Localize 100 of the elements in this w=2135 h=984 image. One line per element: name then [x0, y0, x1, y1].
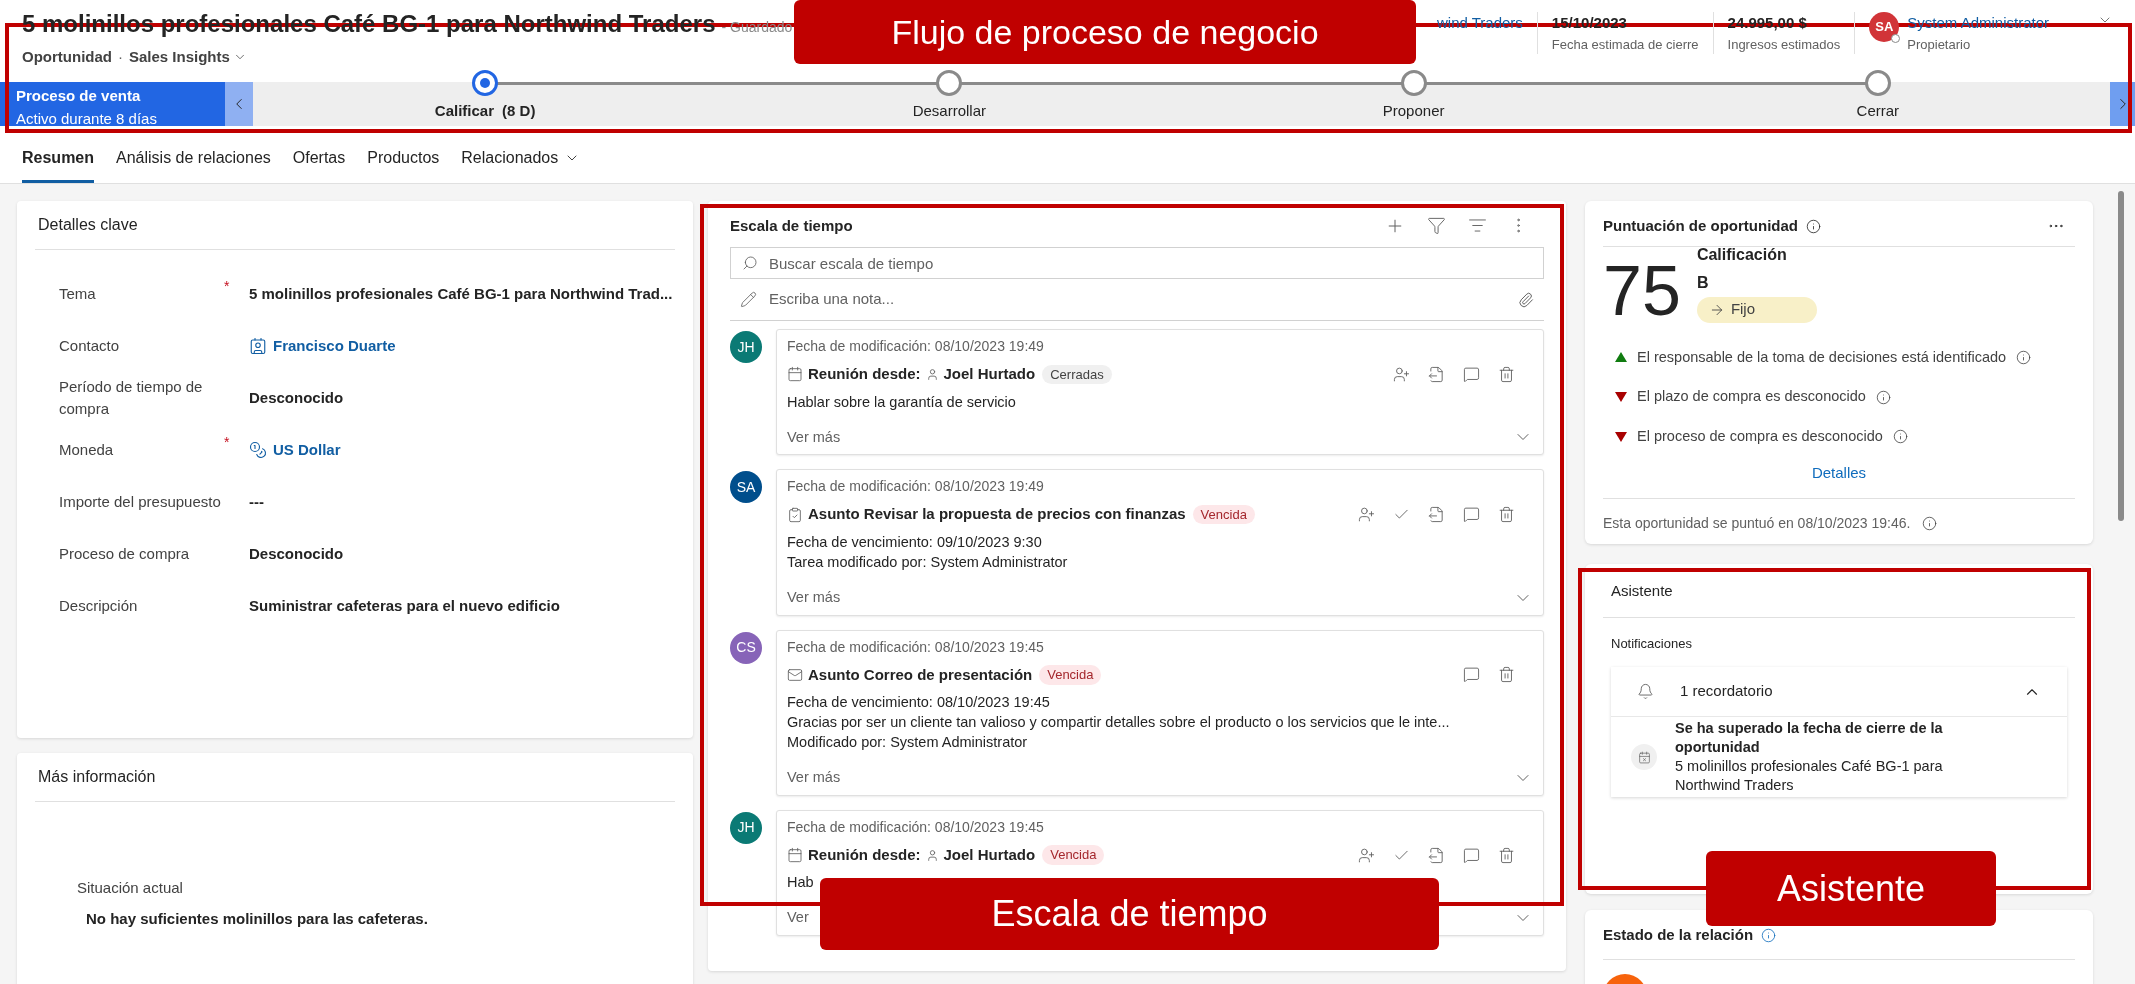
- task-icon: [787, 506, 803, 523]
- activity-subject: Asunto Revisar la propuesta de precios con finanzas: [808, 504, 1186, 525]
- bell-icon: [1637, 683, 1654, 700]
- search-field[interactable]: Buscar escala de tiempo: [730, 247, 1544, 279]
- stage-duration: (8 D): [502, 101, 536, 121]
- factor-text: El plazo de compra es desconocido: [1637, 387, 1866, 407]
- comment-icon[interactable]: [1463, 666, 1480, 684]
- see-more-link[interactable]: Ver más: [787, 426, 841, 449]
- activity-text: Hablar sobre la garantía de servicio: [787, 392, 1016, 412]
- header-label: Fecha estimada de cierre: [1551, 35, 1699, 54]
- currency-icon: [249, 441, 267, 459]
- calendar-icon: [787, 847, 803, 863]
- stage-label[interactable]: Cerrar: [1856, 100, 1900, 123]
- field-label: Descripción: [59, 596, 138, 616]
- field-value: Desconocido: [249, 387, 344, 408]
- factor-text: El responsable de la toma de decisiones está identificado: [1637, 347, 2007, 367]
- tab[interactable]: Análisis de relaciones: [116, 146, 271, 183]
- notification-text: 5 molinillos profesionales Café BG-1 para Northwind Traders: [1675, 757, 1944, 795]
- status-badge: Cerradas: [1042, 364, 1112, 384]
- reminder-count: 1 recordatorio: [1680, 681, 1774, 702]
- stage-label[interactable]: Calificar: [434, 100, 495, 123]
- required-mark: *: [224, 278, 230, 294]
- field-value[interactable]: Francisco Duarte: [273, 334, 396, 358]
- process-flyout[interactable]: Proceso de venta Activo durante 8 días: [0, 82, 225, 126]
- tab[interactable]: Ofertas: [292, 146, 346, 183]
- see-more-link[interactable]: Ver: [787, 907, 809, 929]
- activity-subject: Asunto Correo de presentación: [808, 664, 1033, 685]
- form-selector[interactable]: Sales Insights: [129, 46, 247, 69]
- document-icon[interactable]: [1428, 846, 1445, 864]
- person-name: Joel Hurtado: [943, 844, 1036, 865]
- tab[interactable]: Productos: [367, 146, 440, 183]
- details-link[interactable]: Detalles: [1811, 461, 1867, 485]
- modified-date: Fecha de modificación: 08/10/2023 19:49: [787, 337, 1045, 356]
- field-value[interactable]: US Dollar: [273, 438, 341, 462]
- calendar-icon: [1631, 744, 1657, 770]
- modified-date: Fecha de modificación: 08/10/2023 19:45: [787, 637, 1045, 657]
- info-icon[interactable]: [1922, 516, 1938, 532]
- document-icon[interactable]: [1428, 506, 1445, 523]
- delete-icon[interactable]: [1498, 846, 1515, 864]
- scrollbar[interactable]: [2118, 191, 2124, 521]
- delete-icon[interactable]: [1498, 666, 1515, 684]
- factor-text: El proceso de compra es desconocido: [1637, 427, 1883, 446]
- field-label: Moneda: [59, 440, 114, 460]
- panel-title: Escala de tiempo: [730, 215, 853, 236]
- info-icon[interactable]: [1892, 429, 1908, 445]
- pencil-icon: [740, 291, 757, 308]
- card-title: Detalles clave: [35, 201, 675, 250]
- activity-subject: Reunión desde:: [808, 364, 921, 384]
- delete-icon[interactable]: [1498, 365, 1515, 383]
- tab[interactable]: Resumen: [22, 146, 95, 183]
- comment-icon[interactable]: [1463, 506, 1480, 523]
- owner-label: Propietario: [1907, 35, 1972, 54]
- field-value: Suministrar cafeteras para el nuevo edificio: [249, 595, 560, 616]
- callout-label: Asistente: [1706, 851, 1996, 926]
- up-triangle-icon: [1615, 352, 1627, 363]
- activity-text: Fecha de vencimiento: 08/10/2023 19:45: [787, 693, 1050, 712]
- header-label: Ingresos estimados: [1727, 35, 1841, 54]
- sort-icon[interactable]: [1468, 216, 1487, 235]
- stage-label[interactable]: Desarrollar: [912, 100, 987, 123]
- see-more-link[interactable]: Ver más: [787, 586, 841, 609]
- field-value: 5 molinillos profesionales Café BG-1 para Northwind Trad...: [249, 283, 673, 304]
- info-icon[interactable]: [2016, 349, 2032, 365]
- assign-icon[interactable]: [1393, 365, 1410, 383]
- account-link[interactable]: wind Traders: [1431, 12, 1537, 35]
- status-badge: Vencida: [1039, 665, 1102, 685]
- activity-text: Gracias por ser un cliente tan valioso y compartir detalles sobre el producto o los servicios que le inte...: [787, 713, 1450, 732]
- stage-label[interactable]: Proponer: [1382, 100, 1445, 123]
- owner-link[interactable]: System Administrator: [1907, 12, 2049, 35]
- card-title: Puntuación de oportunidad: [1603, 216, 1798, 236]
- document-icon[interactable]: [1428, 365, 1445, 383]
- see-more-link[interactable]: Ver más: [787, 767, 841, 789]
- person-name: Joel Hurtado: [943, 364, 1036, 384]
- info-icon[interactable]: [1875, 389, 1891, 405]
- stage-marker[interactable]: [1400, 70, 1427, 96]
- tab[interactable]: Relacionados: [461, 146, 581, 183]
- assign-icon[interactable]: [1358, 506, 1375, 523]
- note-field[interactable]: Escriba una nota...: [769, 288, 1506, 311]
- stage-marker[interactable]: [936, 70, 963, 96]
- callout-label: Flujo de proceso de negocio: [794, 0, 1416, 64]
- stage-marker[interactable]: [472, 70, 499, 96]
- comment-icon[interactable]: [1463, 365, 1480, 383]
- filter-icon[interactable]: [1427, 216, 1446, 235]
- status-badge: Vencida: [1042, 845, 1105, 865]
- grade-label: Calificación: [1696, 244, 1788, 265]
- info-icon[interactable]: [1806, 218, 1821, 234]
- score-value: 75: [1603, 250, 1681, 331]
- attach-icon[interactable]: [1518, 291, 1534, 308]
- owner-avatar: SA: [1869, 12, 1900, 42]
- info-icon[interactable]: [1761, 927, 1777, 943]
- activity-subject: Reunión desde:: [808, 844, 921, 865]
- section-label: Notificaciones: [1610, 634, 1693, 653]
- email-icon: [787, 666, 803, 683]
- activity-text: Hab: [787, 873, 814, 893]
- person-icon: [925, 848, 939, 862]
- comment-icon[interactable]: [1463, 846, 1480, 864]
- delete-icon[interactable]: [1498, 506, 1515, 523]
- assign-icon[interactable]: [1358, 846, 1375, 864]
- avatar: JH: [730, 331, 762, 363]
- stage-marker[interactable]: [1864, 70, 1891, 96]
- avatar: JH: [730, 811, 762, 844]
